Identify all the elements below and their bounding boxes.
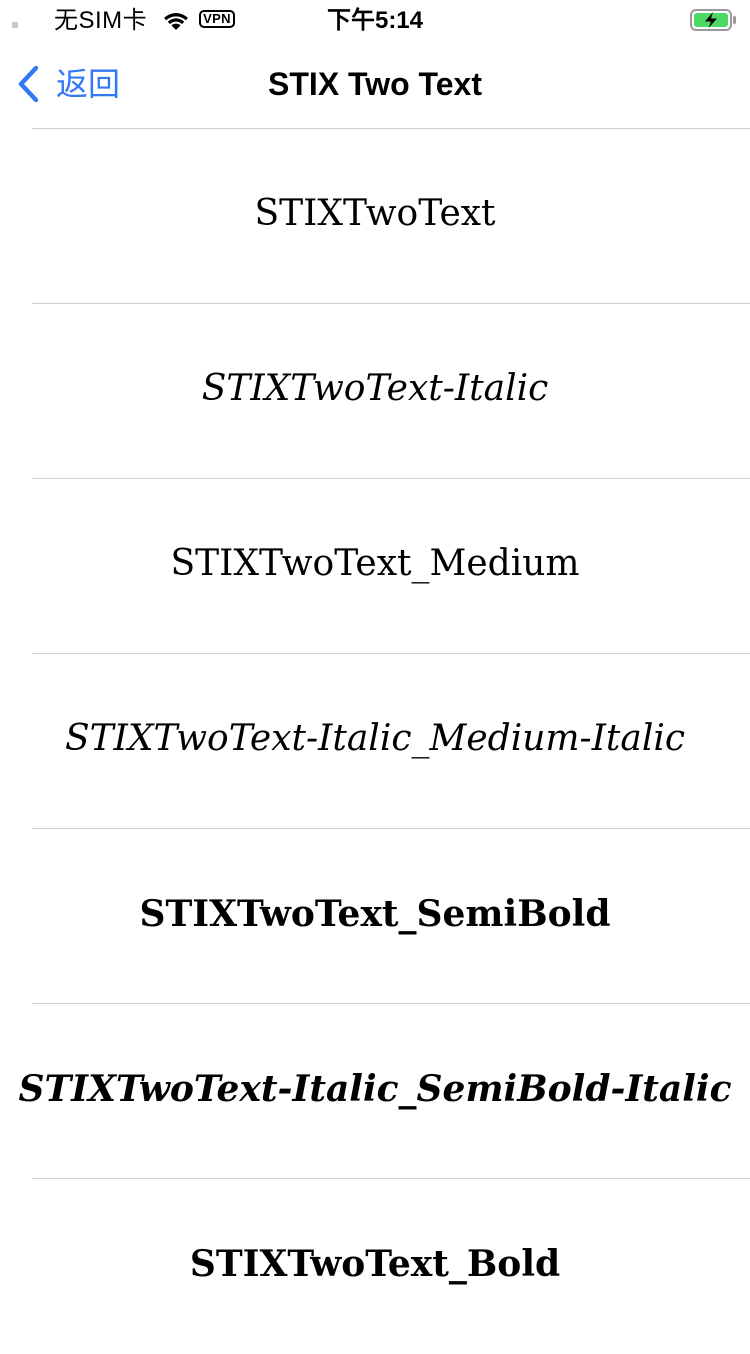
status-bar: 无SIM卡 VPN 下午5:14 [0, 0, 750, 40]
font-name-label: STIXTwoText-Italic_SemiBold-Italic [18, 1068, 732, 1110]
list-item[interactable]: STIXTwoText-Italic_SemiBold-Italic [18, 1003, 750, 1178]
list-item[interactable]: STIXTwoText_Medium [32, 478, 750, 653]
font-list: STIXTwoText STIXTwoText-Italic STIXTwoTe… [0, 128, 750, 1353]
clock: 下午5:14 [326, 7, 424, 34]
page-title: STIX Two Text [268, 66, 482, 102]
font-name-label: STIXTwoText_Bold [189, 1243, 561, 1285]
font-name-label: STIXTwoText-Italic_Medium-Italic [64, 718, 686, 759]
font-name-label: STIXTwoText [254, 193, 496, 234]
list-item[interactable]: STIXTwoText_SemiBold [32, 828, 750, 1003]
list-item[interactable]: STIXTwoText-Italic [32, 303, 750, 478]
font-name-label: STIXTwoText-Italic [201, 368, 549, 409]
font-name-label: STIXTwoText_Medium [170, 543, 580, 584]
navigation-bar: 返回 STIX Two Text [0, 40, 750, 128]
list-item[interactable]: STIXTwoText-Italic_Medium-Italic [32, 653, 750, 828]
list-item[interactable]: STIXTwoText_Bold [32, 1178, 750, 1353]
list-item[interactable]: STIXTwoText [32, 128, 750, 303]
font-name-label: STIXTwoText_SemiBold [139, 893, 611, 935]
battery-charging-icon [690, 9, 736, 31]
